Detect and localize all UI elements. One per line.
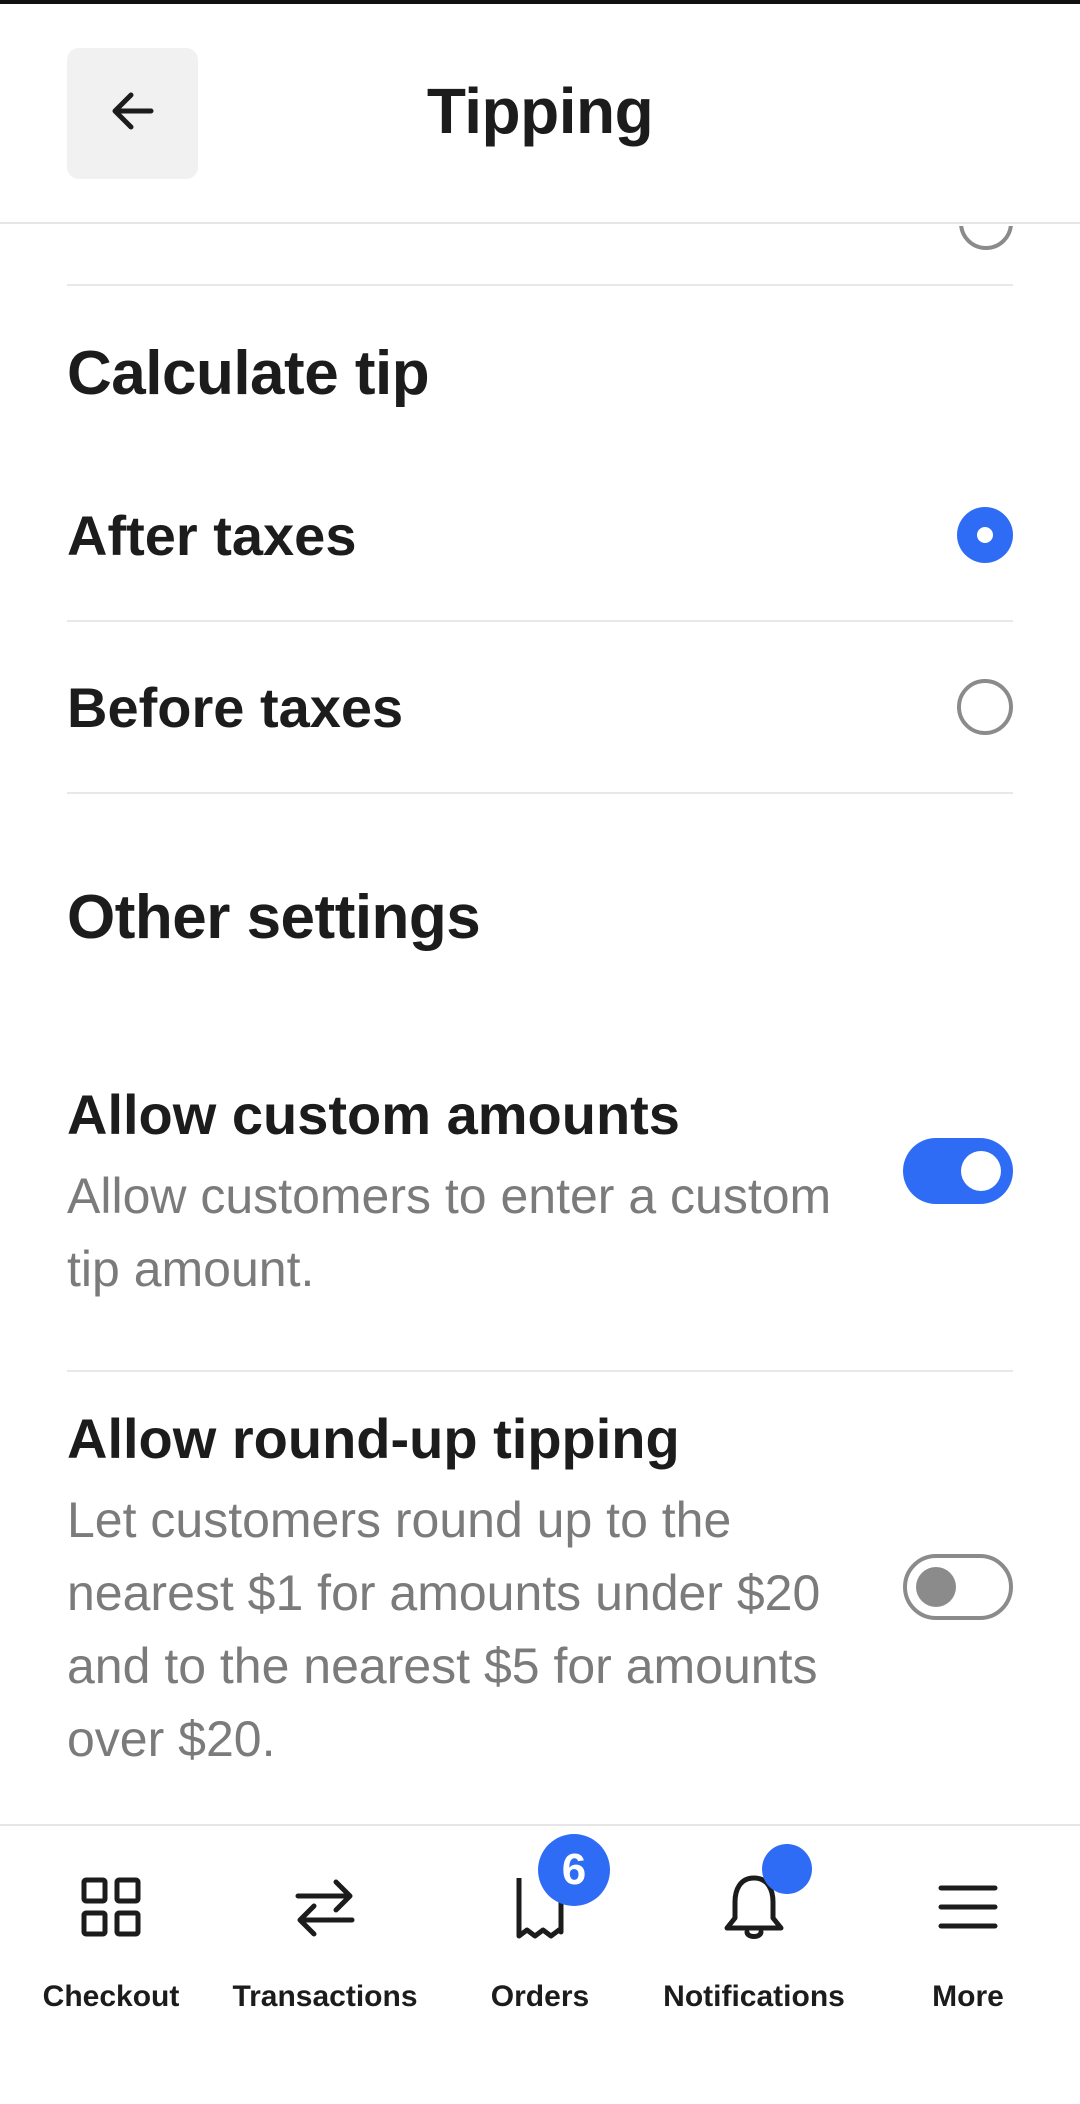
setting-title: Allow custom amounts <box>67 1083 680 1146</box>
setting-allow-round-up-tipping: Allow round-up tipping Let customers rou… <box>67 1406 1013 1824</box>
settings-content[interactable]: Calculate tip After taxes Before taxes O… <box>0 226 1080 1824</box>
setting-description: Let customers round up to the nearest $1… <box>67 1492 821 1767</box>
page-title: Tipping <box>426 75 654 147</box>
orders-count-badge: 6 <box>538 1834 610 1906</box>
tab-label: More <box>932 1980 1004 2013</box>
toggle-knob <box>916 1567 956 1607</box>
menu-icon <box>933 1872 1003 1942</box>
tab-checkout[interactable]: Checkout <box>3 1826 219 2046</box>
tab-transactions[interactable]: Transactions <box>217 1826 433 2046</box>
radio-label: After taxes <box>67 503 357 567</box>
tab-more[interactable]: More <box>860 1826 1076 2046</box>
clipped-list-item <box>67 226 1013 286</box>
section-heading-calculate-tip: Calculate tip <box>67 339 430 408</box>
radio-button[interactable] <box>957 679 1013 735</box>
tab-label: Orders <box>490 1980 590 2013</box>
transfer-arrows-icon <box>290 1872 360 1942</box>
setting-allow-custom-amounts: Allow custom amounts Allow customers to … <box>67 1082 1013 1372</box>
notification-dot <box>762 1844 812 1894</box>
tab-label: Notifications <box>663 1980 845 2013</box>
tab-label: Transactions <box>232 1980 418 2013</box>
tab-label: Checkout <box>42 1980 180 2013</box>
tab-notifications[interactable]: Notifications <box>646 1826 862 2046</box>
radio-button-selected[interactable] <box>957 507 1013 563</box>
round-up-tipping-toggle[interactable] <box>903 1554 1013 1620</box>
radio-option-before-taxes[interactable]: Before taxes <box>67 622 1013 794</box>
custom-amounts-toggle[interactable] <box>903 1138 1013 1204</box>
setting-description: Allow customers to enter a custom tip am… <box>67 1168 832 1297</box>
setting-title: Allow round-up tipping <box>67 1407 680 1470</box>
grid-icon <box>76 1872 146 1942</box>
top-bar: Tipping <box>0 4 1080 224</box>
toggle-knob <box>961 1151 1001 1191</box>
radio-button[interactable] <box>959 226 1013 250</box>
radio-option-after-taxes[interactable]: After taxes <box>67 450 1013 622</box>
section-heading-other-settings: Other settings <box>67 883 481 952</box>
radio-label: Before taxes <box>67 675 404 739</box>
